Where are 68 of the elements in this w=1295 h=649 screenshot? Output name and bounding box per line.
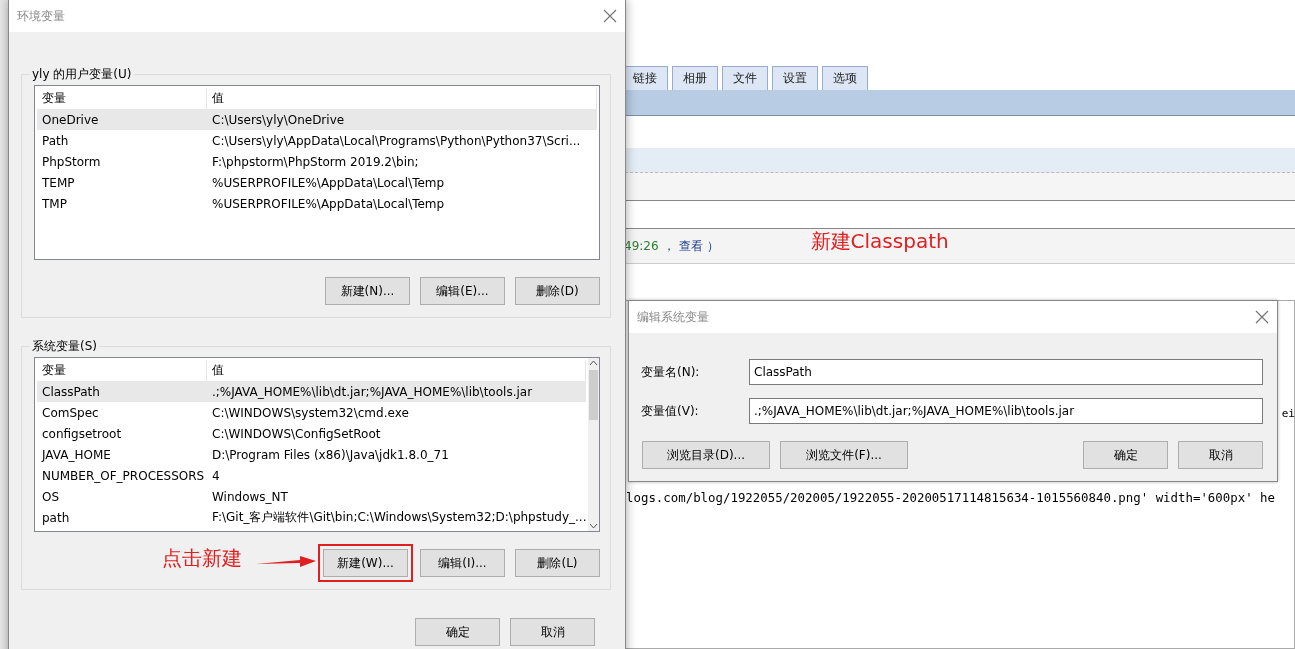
field-label: 变量名(N): — [640, 363, 701, 381]
code-fragment: ei — [1281, 407, 1295, 420]
variable-row[interactable]: TMP %USERPROFILE%\AppData\Local\Temp — [37, 193, 597, 214]
separator: ， — [662, 237, 675, 255]
variable-row[interactable]: configsetroot C:\WINDOWS\ConfigSetRoot — [37, 423, 587, 444]
variable-value: %USERPROFILE%\AppData\Local\Temp — [211, 196, 446, 211]
dialog-button[interactable]: 确定 — [1083, 441, 1168, 469]
variable-value: C:\WINDOWS\ConfigSetRoot — [211, 426, 382, 441]
code-line: logs.com/blog/1922055/202005/1922055-20200517114815634-1015560840.png' width='600px' he — [626, 490, 1276, 505]
variable-value: C:\Users\yly\AppData\Local\Programs\Python\Python37\Scri... — [211, 133, 582, 148]
variable-row[interactable]: TEMP %USERPROFILE%\AppData\Local\Temp — [37, 172, 597, 193]
closing-paren: ） — [706, 237, 719, 255]
window-title: 环境变量 — [17, 7, 65, 25]
variable-name: OS — [41, 489, 61, 504]
dialog-button[interactable]: 确定 — [415, 618, 500, 646]
variable-name: configsetroot — [41, 426, 123, 441]
page-tab[interactable]: 选项 — [822, 66, 868, 90]
page-tab[interactable]: 设置 — [772, 66, 818, 90]
page-tab[interactable]: 文件 — [722, 66, 768, 90]
variable-name: TMP — [41, 196, 68, 211]
group-label: yly 的用户变量(U) — [30, 66, 134, 83]
variable-row[interactable]: path F:\Git_客户端软件\Git\bin;C:\Windows\System32;D:\phpstudy_... — [37, 507, 587, 528]
annotation-text: 点击新建 — [162, 545, 242, 572]
variable-row[interactable]: JAVA_HOME D:\Program Files (x86)\Java\jdk1.8.0_71 — [37, 444, 587, 465]
action-button[interactable]: 编辑(I)... — [420, 549, 505, 577]
action-button[interactable]: 新建(W)... — [323, 549, 408, 577]
variable-value: C:\Users\yly\OneDrive — [211, 112, 346, 127]
variable-name: NUMBER_OF_PROCESSORS — [41, 468, 206, 483]
variable-value: C:\WINDOWS\system32\cmd.exe — [211, 405, 410, 420]
action-button[interactable]: 删除(L) — [515, 549, 600, 577]
page-tab[interactable]: 相册 — [672, 66, 718, 90]
variable-value: D:\Program Files (x86)\Java\jdk1.8.0_71 — [211, 447, 450, 462]
variable-name: ClassPath — [41, 384, 101, 399]
window-title: 编辑系统变量 — [637, 308, 709, 326]
browse-button[interactable]: 浏览文件(F)... — [780, 441, 908, 469]
dialog-button[interactable]: 取消 — [1178, 441, 1263, 469]
dialog-button[interactable]: 取消 — [510, 618, 595, 646]
variable-value: 4 — [211, 468, 221, 483]
variable-value: F:\phpstorm\PhpStorm 2019.2\bin; — [211, 154, 420, 169]
variable-name: ComSpec — [41, 405, 100, 420]
view-link[interactable]: 查看 — [678, 237, 703, 255]
variable-value: F:\Git_客户端软件\Git\bin;C:\Windows\System32;D:\phpstudy_... — [211, 509, 587, 526]
variable-row[interactable]: ClassPath .;%JAVA_HOME%\lib\dt.jar;%JAVA_HOME%\lib\tools.jar — [37, 381, 587, 402]
input-field[interactable]: ClassPath — [749, 359, 1263, 385]
action-button[interactable]: 新建(N)... — [325, 277, 410, 305]
action-button[interactable]: 删除(D) — [515, 277, 600, 305]
variable-value: .;%JAVA_HOME%\lib\dt.jar;%JAVA_HOME%\lib\tools.jar — [211, 384, 534, 399]
variable-row[interactable]: OS Windows_NT — [37, 486, 587, 507]
variable-name: Path — [41, 133, 70, 148]
variable-value: %USERPROFILE%\AppData\Local\Temp — [211, 175, 446, 190]
annotation-text: 新建Classpath — [810, 227, 949, 255]
variable-value: Windows_NT — [211, 489, 289, 504]
post-time: 49:26 — [624, 239, 659, 253]
variable-name: OneDrive — [41, 112, 100, 127]
group-label: 系统变量(S) — [30, 338, 99, 355]
field-label: 变量值(V): — [640, 402, 700, 420]
variable-name: TEMP — [41, 175, 76, 190]
action-button[interactable]: 编辑(E)... — [420, 277, 505, 305]
browse-button[interactable]: 浏览目录(D)... — [642, 441, 770, 469]
variable-row[interactable]: ComSpec C:\WINDOWS\system32\cmd.exe — [37, 402, 587, 423]
variable-name: JAVA_HOME — [40, 447, 112, 462]
variable-name: PhpStorm — [41, 154, 102, 169]
variable-row[interactable]: Path C:\Users\yly\AppData\Local\Programs\Python\Python37\Scri... — [37, 130, 597, 151]
variable-row[interactable]: NUMBER_OF_PROCESSORS 4 — [37, 465, 587, 486]
variable-row[interactable]: PhpStorm F:\phpstorm\PhpStorm 2019.2\bin; — [37, 151, 597, 172]
input-field[interactable]: .;%JAVA_HOME%\lib\dt.jar;%JAVA_HOME%\lib\tools.jar — [749, 398, 1263, 424]
variable-row[interactable]: OneDrive C:\Users\yly\OneDrive — [37, 109, 597, 130]
variable-name: path — [41, 510, 71, 525]
